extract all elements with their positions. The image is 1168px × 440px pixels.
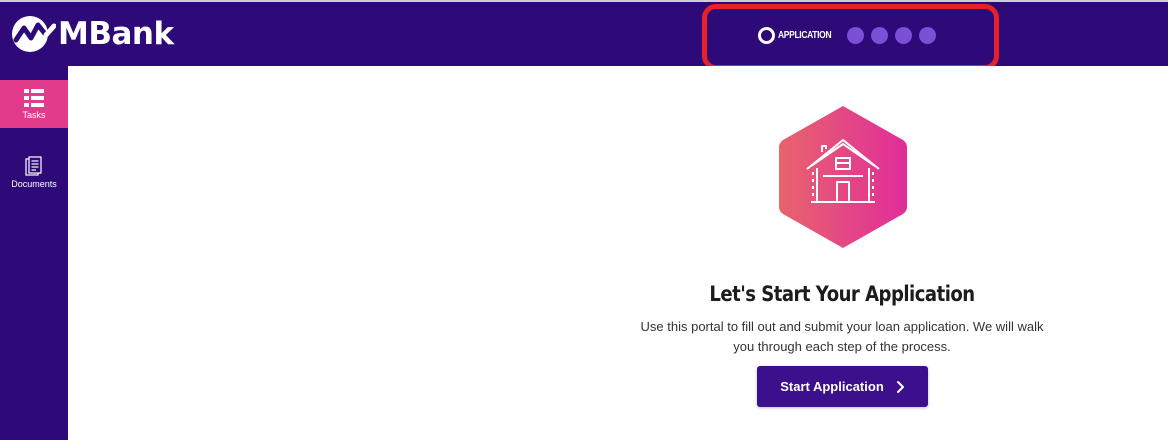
main-content bbox=[68, 66, 1168, 440]
sidebar-item-tasks[interactable]: Tasks bbox=[0, 80, 68, 128]
highlight-box bbox=[702, 4, 999, 70]
brand-logo[interactable]: MBank bbox=[10, 14, 174, 54]
page-title: Let's Start Your Application bbox=[709, 282, 975, 306]
mbank-logo-icon bbox=[12, 16, 56, 52]
documents-icon bbox=[25, 155, 42, 176]
house-icon bbox=[779, 106, 907, 248]
sidebar-item-label: Tasks bbox=[22, 109, 46, 120]
sidebar-item-label: Documents bbox=[11, 178, 57, 189]
sidebar: Tasks Documents bbox=[0, 66, 68, 440]
start-application-button[interactable]: Start Application bbox=[757, 366, 928, 407]
chevron-right-icon bbox=[896, 380, 904, 393]
brand-name: MBank bbox=[58, 16, 174, 52]
page-description: Use this portal to fill out and submit y… bbox=[640, 319, 1044, 354]
sidebar-item-documents[interactable]: Documents bbox=[0, 148, 68, 196]
list-icon bbox=[24, 88, 44, 107]
start-application-label: Start Application bbox=[780, 379, 884, 394]
